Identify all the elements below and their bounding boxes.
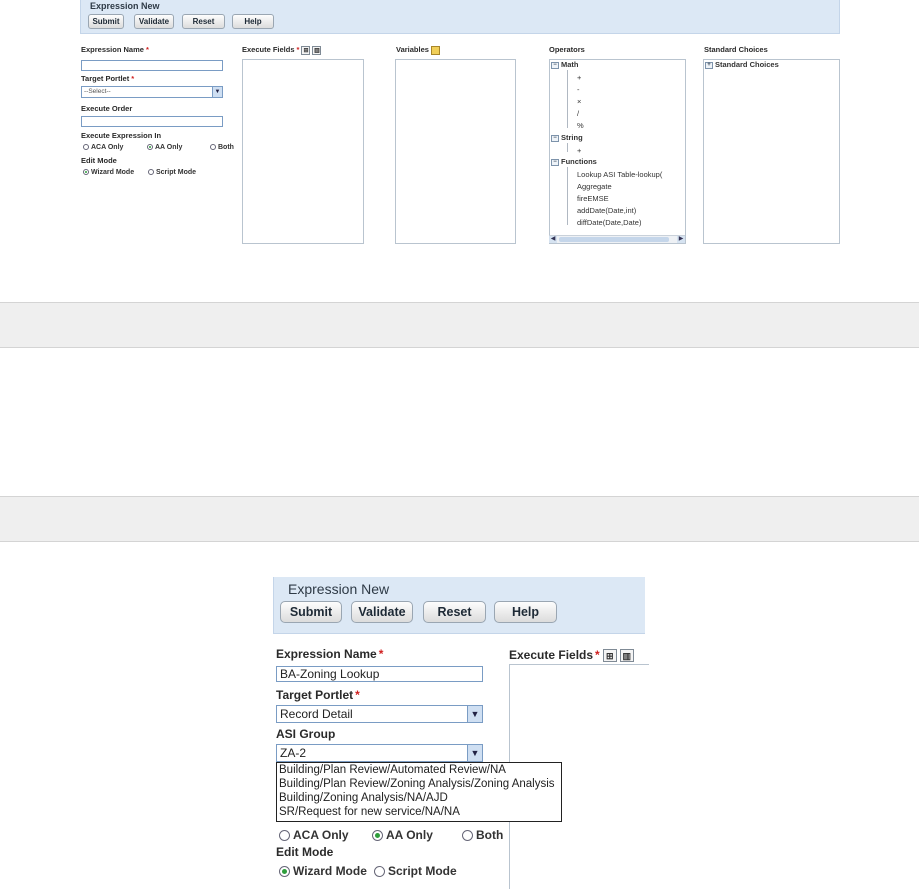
add-field-icon[interactable]: ⊞ bbox=[301, 45, 311, 55]
radio-wizard-mode[interactable]: Wizard Mode bbox=[279, 864, 367, 878]
panel-header: Expression New Submit Validate Reset Hel… bbox=[80, 0, 840, 34]
operators-tree-box[interactable] bbox=[549, 59, 686, 244]
radio-both[interactable]: Both bbox=[210, 144, 234, 151]
expression-name-input[interactable] bbox=[81, 60, 223, 71]
panel-title: Expression New bbox=[288, 581, 390, 597]
radio-circle-icon bbox=[462, 830, 473, 842]
panel-title: Expression New bbox=[90, 1, 160, 11]
radio-aa-only[interactable]: AA Only bbox=[147, 144, 182, 151]
tree-line bbox=[567, 143, 568, 152]
horizontal-scrollbar[interactable]: ◀ ▶ bbox=[549, 235, 685, 243]
execute-order-label: Execute Order bbox=[81, 104, 133, 113]
variables-label: Variables bbox=[396, 45, 440, 55]
tree-node-string[interactable]: − String bbox=[551, 133, 583, 142]
target-portlet-select[interactable]: Record Detail ▼ bbox=[276, 705, 483, 723]
tree-leaf[interactable]: × bbox=[577, 97, 581, 106]
scroll-left-icon[interactable]: ◀ bbox=[549, 236, 557, 243]
execute-order-input[interactable] bbox=[81, 116, 223, 127]
expand-icon[interactable]: + bbox=[705, 61, 713, 69]
scroll-right-icon[interactable]: ▶ bbox=[677, 236, 685, 243]
scroll-thumb[interactable] bbox=[559, 237, 669, 242]
operators-label: Operators bbox=[549, 45, 585, 54]
radio-selected-icon bbox=[279, 866, 290, 878]
delete-icon[interactable]: ▥ bbox=[312, 45, 322, 55]
edit-mode-label: Edit Mode bbox=[81, 156, 117, 165]
dropdown-option[interactable]: Building/Plan Review/Automated Review/NA bbox=[277, 763, 561, 777]
tree-line bbox=[567, 167, 568, 225]
delete-icon[interactable]: ▥ bbox=[619, 649, 634, 663]
radio-aca-only[interactable]: ACA Only bbox=[83, 144, 123, 151]
radio-circle-icon bbox=[279, 830, 290, 842]
radio-script-mode[interactable]: Script Mode bbox=[374, 864, 457, 878]
dropdown-option[interactable]: Building/Zoning Analysis/NA/AJD bbox=[277, 791, 561, 805]
standard-choices-box[interactable] bbox=[703, 59, 840, 244]
radio-both[interactable]: Both bbox=[462, 828, 503, 842]
expression-panel-zoomed: Expression New Submit Validate Reset Hel… bbox=[273, 577, 649, 889]
add-field-icon[interactable]: ⊞ bbox=[602, 649, 617, 663]
expression-name-label: Expression Name * bbox=[276, 647, 384, 661]
expression-name-input[interactable]: BA-Zoning Lookup bbox=[276, 666, 483, 682]
dropdown-option[interactable]: Building/Plan Review/Zoning Analysis/Zon… bbox=[277, 777, 561, 791]
tree-leaf[interactable]: Lookup ASI Table-lookup( bbox=[577, 170, 662, 179]
tree-leaf[interactable]: addDate(Date,int) bbox=[577, 206, 636, 215]
target-portlet-label: Target Portlet * bbox=[276, 688, 360, 702]
collapse-icon[interactable]: − bbox=[551, 61, 559, 69]
reset-button[interactable]: Reset bbox=[182, 14, 225, 29]
chevron-down-icon: ▼ bbox=[467, 745, 482, 761]
execute-fields-label: Execute Fields * ⊞ ▥ bbox=[509, 648, 634, 663]
folder-icon[interactable] bbox=[430, 45, 440, 55]
separator-band bbox=[0, 302, 919, 348]
help-button[interactable]: Help bbox=[494, 601, 557, 623]
submit-button[interactable]: Submit bbox=[88, 14, 124, 29]
radio-aca-only[interactable]: ACA Only bbox=[279, 828, 349, 842]
tree-leaf[interactable]: / bbox=[577, 109, 579, 118]
radio-circle-icon bbox=[83, 144, 89, 151]
tree-leaf[interactable]: fireEMSE bbox=[577, 194, 609, 203]
tree-node-standard-choices[interactable]: + Standard Choices bbox=[705, 60, 779, 69]
execute-expression-in-label: Execute Expression In bbox=[81, 131, 162, 140]
submit-button[interactable]: Submit bbox=[280, 601, 342, 623]
collapse-icon[interactable]: − bbox=[551, 158, 559, 166]
radio-circle-icon bbox=[148, 169, 154, 176]
tree-node-functions[interactable]: − Functions bbox=[551, 157, 597, 166]
dropdown-option[interactable]: SR/Request for new service/NA/NA bbox=[277, 805, 561, 819]
separator-band bbox=[0, 496, 919, 542]
execute-fields-box[interactable] bbox=[242, 59, 364, 244]
asi-group-dropdown-list[interactable]: Building/Plan Review/Automated Review/NA… bbox=[276, 762, 562, 822]
radio-circle-icon bbox=[210, 144, 216, 151]
radio-selected-icon bbox=[372, 830, 383, 842]
reset-button[interactable]: Reset bbox=[423, 601, 486, 623]
variables-box[interactable] bbox=[395, 59, 516, 244]
chevron-down-icon: ▼ bbox=[467, 706, 482, 722]
radio-wizard-mode[interactable]: Wizard Mode bbox=[83, 169, 134, 176]
tree-line bbox=[567, 70, 568, 128]
asi-group-label: ASI Group bbox=[276, 727, 336, 741]
radio-aa-only[interactable]: AA Only bbox=[372, 828, 433, 842]
radio-selected-icon bbox=[147, 144, 153, 151]
execute-fields-label: Execute Fields * ⊞ ▥ bbox=[242, 45, 322, 55]
radio-selected-icon bbox=[83, 169, 89, 176]
tree-leaf[interactable]: % bbox=[577, 121, 584, 130]
asi-group-select[interactable]: ZA-2 ▼ bbox=[276, 744, 483, 762]
tree-leaf[interactable]: Aggregate bbox=[577, 182, 612, 191]
validate-button[interactable]: Validate bbox=[351, 601, 413, 623]
expression-name-label: Expression Name * bbox=[81, 45, 149, 54]
expression-panel-small: Expression New Submit Validate Reset Hel… bbox=[80, 0, 840, 270]
target-portlet-label: Target Portlet * bbox=[81, 74, 135, 83]
tree-node-math[interactable]: − Math bbox=[551, 60, 579, 69]
validate-button[interactable]: Validate bbox=[134, 14, 174, 29]
tree-leaf[interactable]: + bbox=[577, 73, 581, 82]
standard-choices-label: Standard Choices bbox=[704, 45, 768, 54]
collapse-icon[interactable]: − bbox=[551, 134, 559, 142]
tree-leaf[interactable]: diffDate(Date,Date) bbox=[577, 218, 641, 227]
radio-script-mode[interactable]: Script Mode bbox=[148, 169, 196, 176]
panel-header: Expression New Submit Validate Reset Hel… bbox=[273, 577, 645, 634]
help-button[interactable]: Help bbox=[232, 14, 274, 29]
target-portlet-select[interactable]: --Select-- ▼ bbox=[81, 86, 223, 98]
tree-leaf[interactable]: - bbox=[577, 85, 580, 94]
chevron-down-icon: ▼ bbox=[212, 87, 222, 97]
tree-leaf[interactable]: + bbox=[577, 146, 581, 155]
radio-circle-icon bbox=[374, 866, 385, 878]
edit-mode-label: Edit Mode bbox=[276, 845, 334, 859]
